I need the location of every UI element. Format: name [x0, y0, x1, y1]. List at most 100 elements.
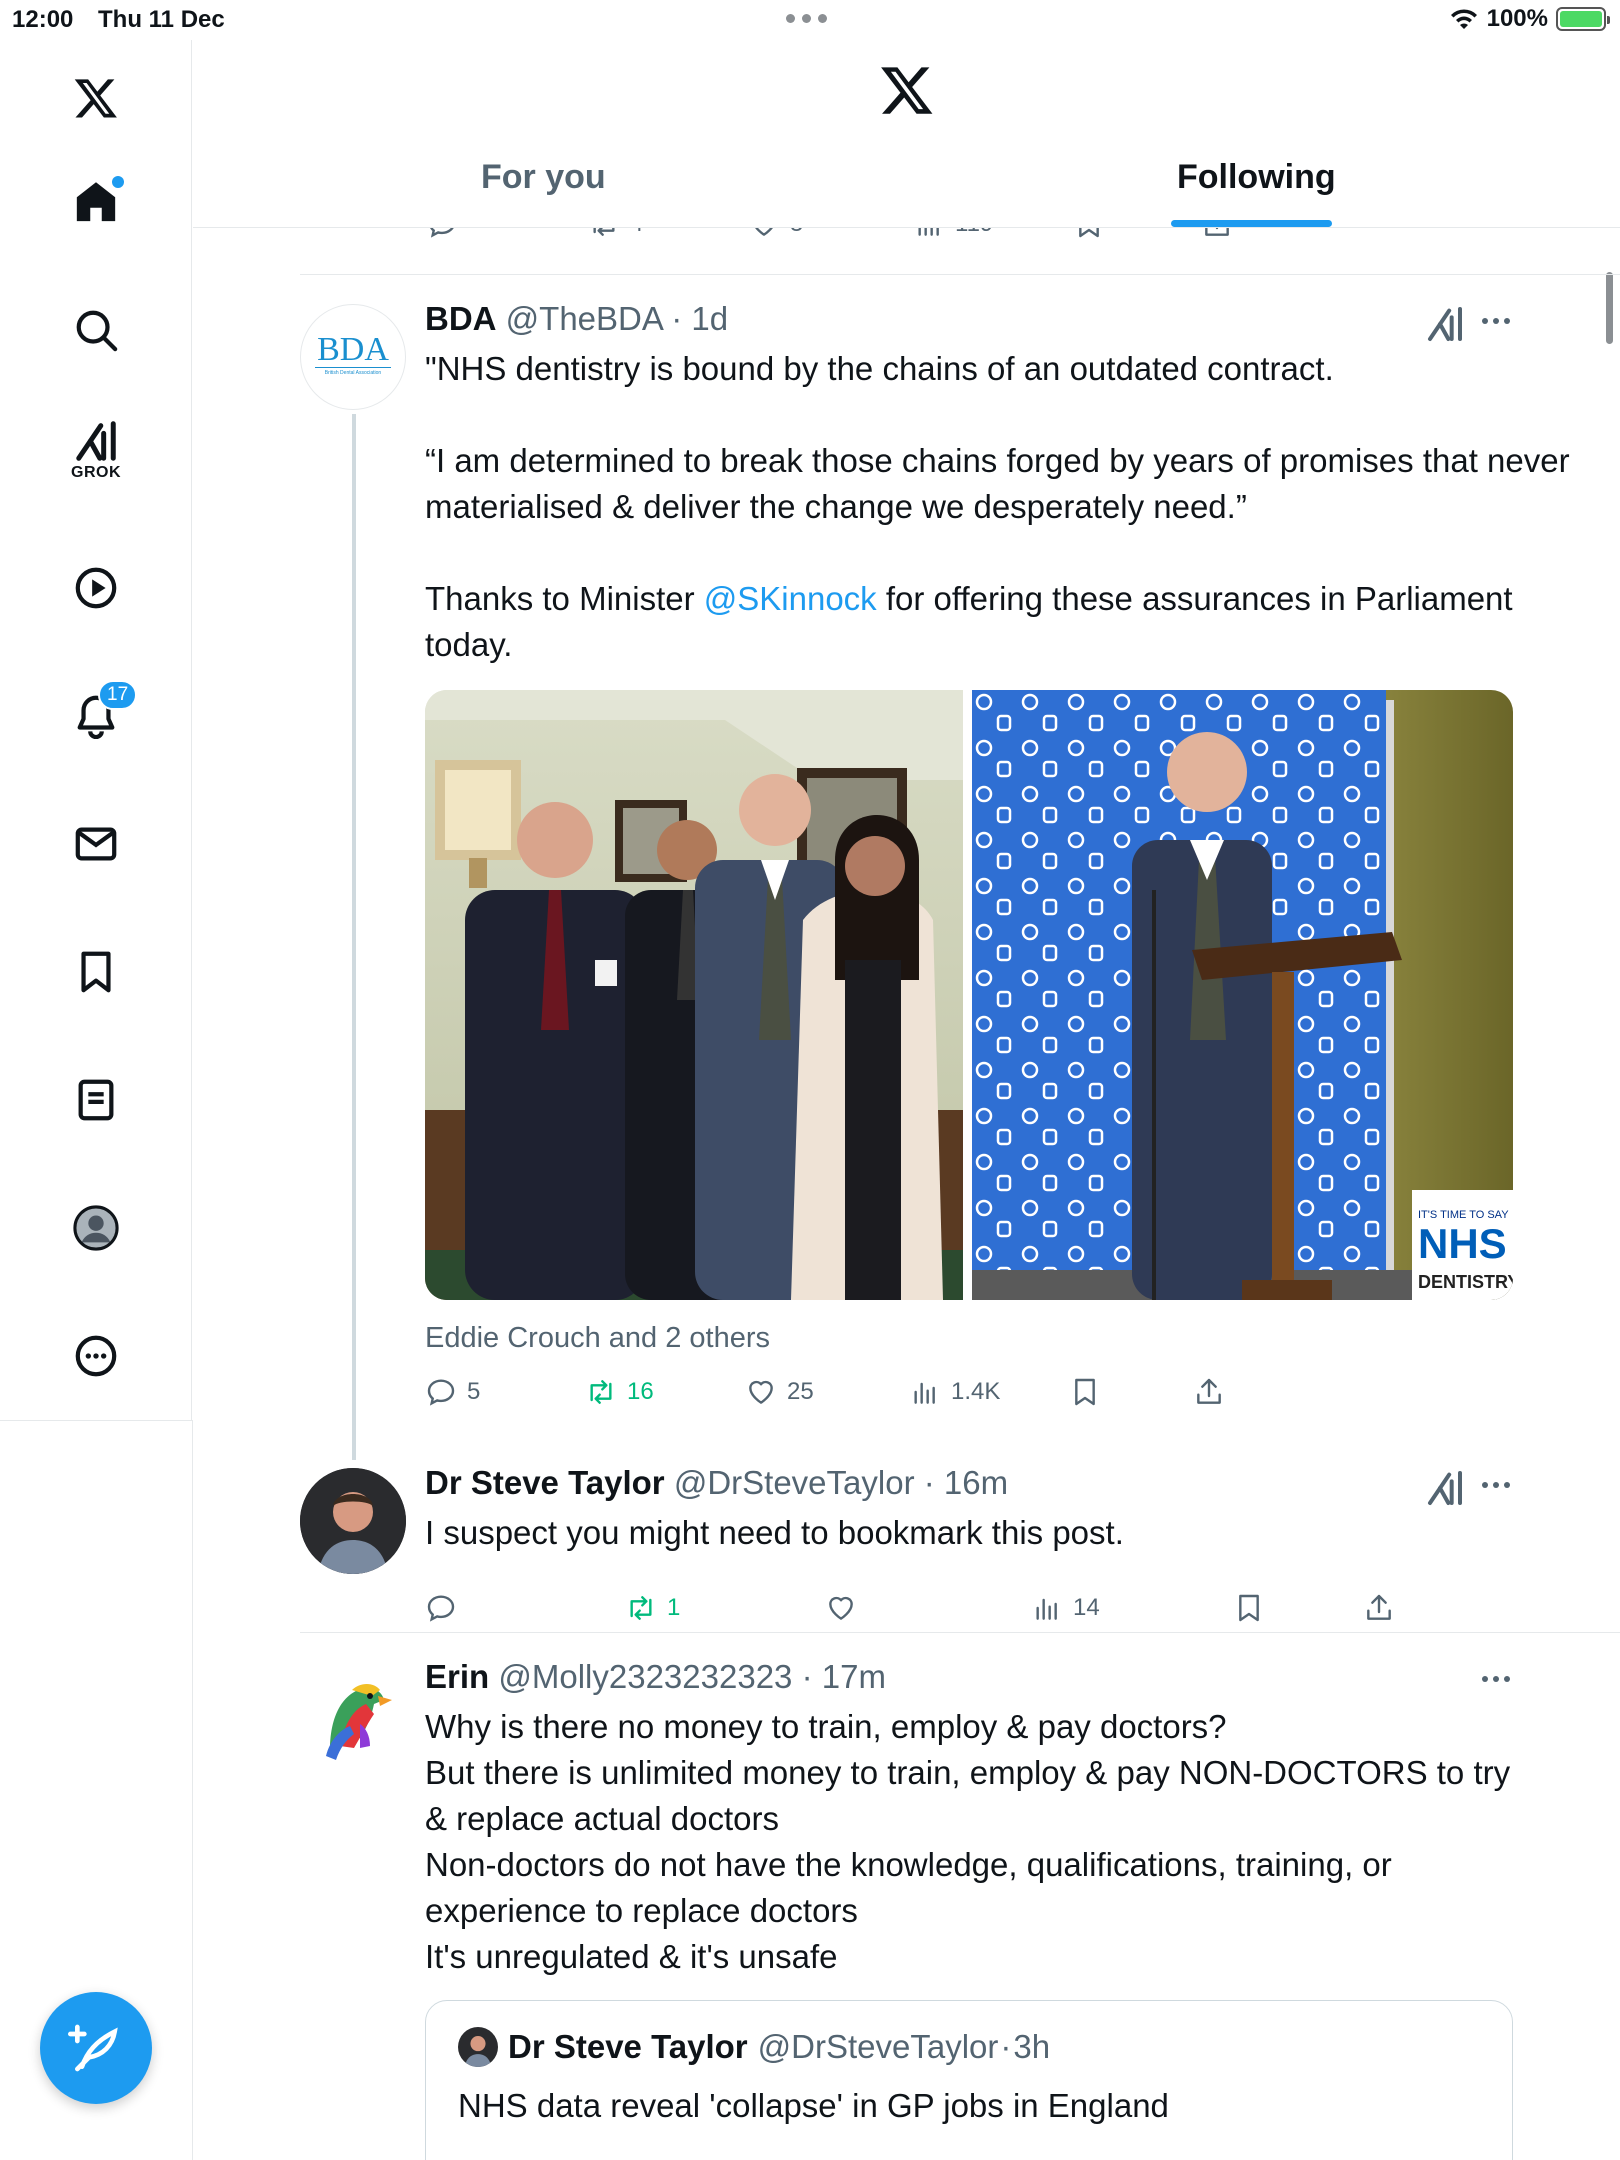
- status-right: 100%: [1449, 5, 1610, 33]
- share-icon: [1367, 1594, 1391, 1620]
- tab-following[interactable]: Following: [1177, 158, 1336, 197]
- photo-speaker-lectern[interactable]: IT'S TIME TO SAY NHS DENTISTRY: [972, 690, 1513, 1300]
- repost-count: 1: [667, 1594, 681, 1621]
- like-button[interactable]: 5: [748, 228, 803, 240]
- share-button[interactable]: [1201, 228, 1233, 240]
- tweet-divider: [300, 274, 1620, 275]
- more-options-icon[interactable]: [1482, 1482, 1510, 1488]
- x-logo-icon[interactable]: [879, 62, 935, 118]
- views-button[interactable]: 1.4K: [909, 1376, 1000, 1408]
- view-count: 14: [1073, 1594, 1100, 1621]
- avatar-erin[interactable]: [300, 1660, 406, 1766]
- more-options-icon[interactable]: [1482, 1676, 1510, 1682]
- like-count: 5: [790, 228, 803, 238]
- quoted-tweet-text: NHS data reveal 'collapse' in GP jobs in…: [458, 2087, 1169, 2124]
- share-button[interactable]: [1363, 1592, 1395, 1624]
- author-handle[interactable]: @DrSteveTaylor: [674, 1464, 915, 1501]
- quoted-tweet-header: Dr Steve Taylor @DrSteveTaylor · 3h: [458, 2027, 1050, 2067]
- bookmark-button[interactable]: [1069, 1376, 1101, 1408]
- home-icon[interactable]: [56, 162, 136, 242]
- tweet-text: Why is there no money to train, employ &…: [425, 1704, 1525, 1980]
- avatar-dr-steve-taylor: [458, 2027, 498, 2067]
- avatar-bda[interactable]: BDA British Dental Association: [300, 304, 406, 410]
- tweet-text-line: Thanks to Minister @SKinnock for offerin…: [425, 580, 1513, 663]
- multitasking-dots[interactable]: [786, 14, 827, 23]
- grok-label: GROK: [71, 464, 121, 481]
- quoted-tweet-time: 3h: [1013, 2028, 1051, 2065]
- compose-feather-icon: [68, 2024, 118, 2072]
- x-logo-icon[interactable]: [56, 58, 136, 138]
- search-icon[interactable]: [56, 290, 136, 370]
- repost-icon: [630, 1596, 652, 1620]
- more-options-icon[interactable]: [1482, 318, 1510, 324]
- notifications-icon[interactable]: 17: [56, 676, 138, 756]
- heart-icon: [755, 228, 773, 236]
- sidebar-divider: [0, 1420, 192, 1421]
- quoted-tweet[interactable]: Dr Steve Taylor @DrSteveTaylor · 3h NHS …: [425, 2000, 1513, 2160]
- home-unread-dot: [112, 176, 124, 188]
- repost-count: 4: [630, 228, 643, 238]
- compose-button[interactable]: [40, 1992, 152, 2104]
- bookmark-icon: [1075, 1378, 1095, 1406]
- profile-icon[interactable]: [56, 1188, 136, 1268]
- repost-button[interactable]: 16: [585, 1376, 654, 1408]
- reply-icon: [427, 1379, 455, 1406]
- sidebar: GROK 17: [0, 40, 192, 1420]
- repost-button[interactable]: 1: [625, 1592, 680, 1624]
- video-icon[interactable]: [56, 548, 136, 628]
- views-button[interactable]: 119: [913, 228, 993, 240]
- share-button[interactable]: [1193, 1376, 1225, 1408]
- repost-icon: [593, 228, 615, 236]
- timeline-feed: 4 5 119 BDA British Dental Association B…: [193, 228, 1620, 2160]
- tweet-media[interactable]: IT'S TIME TO SAY NHS DENTISTRY: [425, 690, 1513, 1300]
- tab-for-you[interactable]: For you: [481, 158, 606, 197]
- repost-button[interactable]: 4: [588, 228, 643, 240]
- author-name[interactable]: BDA: [425, 300, 497, 337]
- views-icon: [918, 228, 939, 236]
- author-name[interactable]: Dr Steve Taylor: [425, 1464, 665, 1501]
- reply-count: 5: [467, 1378, 481, 1405]
- battery-percent: 100%: [1486, 5, 1548, 32]
- bookmark-button[interactable]: [1073, 228, 1105, 240]
- repost-icon: [590, 1380, 612, 1404]
- tweet-time[interactable]: 16m: [944, 1464, 1008, 1501]
- views-button[interactable]: 14: [1031, 1592, 1100, 1624]
- bda-logo-subtext: British Dental Association: [324, 370, 382, 376]
- avatar-dr-steve-taylor[interactable]: [300, 1468, 406, 1574]
- share-icon: [1197, 1378, 1221, 1404]
- bookmark-icon: [1079, 228, 1099, 238]
- mention-link[interactable]: @SKinnock: [704, 580, 877, 617]
- like-button[interactable]: 25: [745, 1376, 814, 1408]
- active-tab-indicator: [1171, 220, 1332, 227]
- tweet-time[interactable]: 1d: [691, 300, 728, 337]
- lists-icon[interactable]: [56, 1060, 136, 1140]
- bda-logo-text: BDA: [317, 331, 389, 368]
- messages-icon[interactable]: [56, 804, 136, 884]
- author-handle[interactable]: @Molly2323232323: [498, 1658, 792, 1695]
- heart-icon: [749, 1380, 773, 1404]
- quoted-author-handle: @DrSteveTaylor: [757, 2028, 999, 2065]
- bookmarks-icon[interactable]: [56, 932, 136, 1012]
- tweet-time[interactable]: 17m: [822, 1658, 886, 1695]
- author-name[interactable]: Erin: [425, 1658, 489, 1695]
- more-options-icon[interactable]: [56, 1316, 136, 1396]
- tweet-text-line: Non-doctors do not have the knowledge, q…: [425, 1846, 1392, 1929]
- grok-explain-icon[interactable]: [1425, 304, 1465, 344]
- thread-line: [352, 414, 356, 1460]
- views-icon: [1036, 1598, 1057, 1620]
- photo-group-portrait[interactable]: [425, 690, 966, 1300]
- grok-explain-icon[interactable]: [1425, 1468, 1465, 1508]
- tweet-header: BDA @TheBDA · 1d: [425, 300, 729, 337]
- share-icon: [1205, 228, 1229, 236]
- reply-button[interactable]: 5: [425, 1376, 480, 1408]
- reply-button[interactable]: [425, 1592, 457, 1624]
- like-button[interactable]: [825, 1592, 857, 1624]
- reply-button[interactable]: [426, 228, 458, 240]
- social-context[interactable]: Eddie Crouch and 2 others: [425, 1322, 770, 1355]
- tweet-text-line: "NHS dentistry is bound by the chains of…: [425, 350, 1334, 387]
- tweet-divider: [300, 1632, 1620, 1633]
- grok-icon[interactable]: GROK: [56, 410, 136, 490]
- author-handle[interactable]: @TheBDA: [506, 300, 662, 337]
- bookmark-button[interactable]: [1233, 1592, 1265, 1624]
- repost-count: 16: [627, 1378, 654, 1405]
